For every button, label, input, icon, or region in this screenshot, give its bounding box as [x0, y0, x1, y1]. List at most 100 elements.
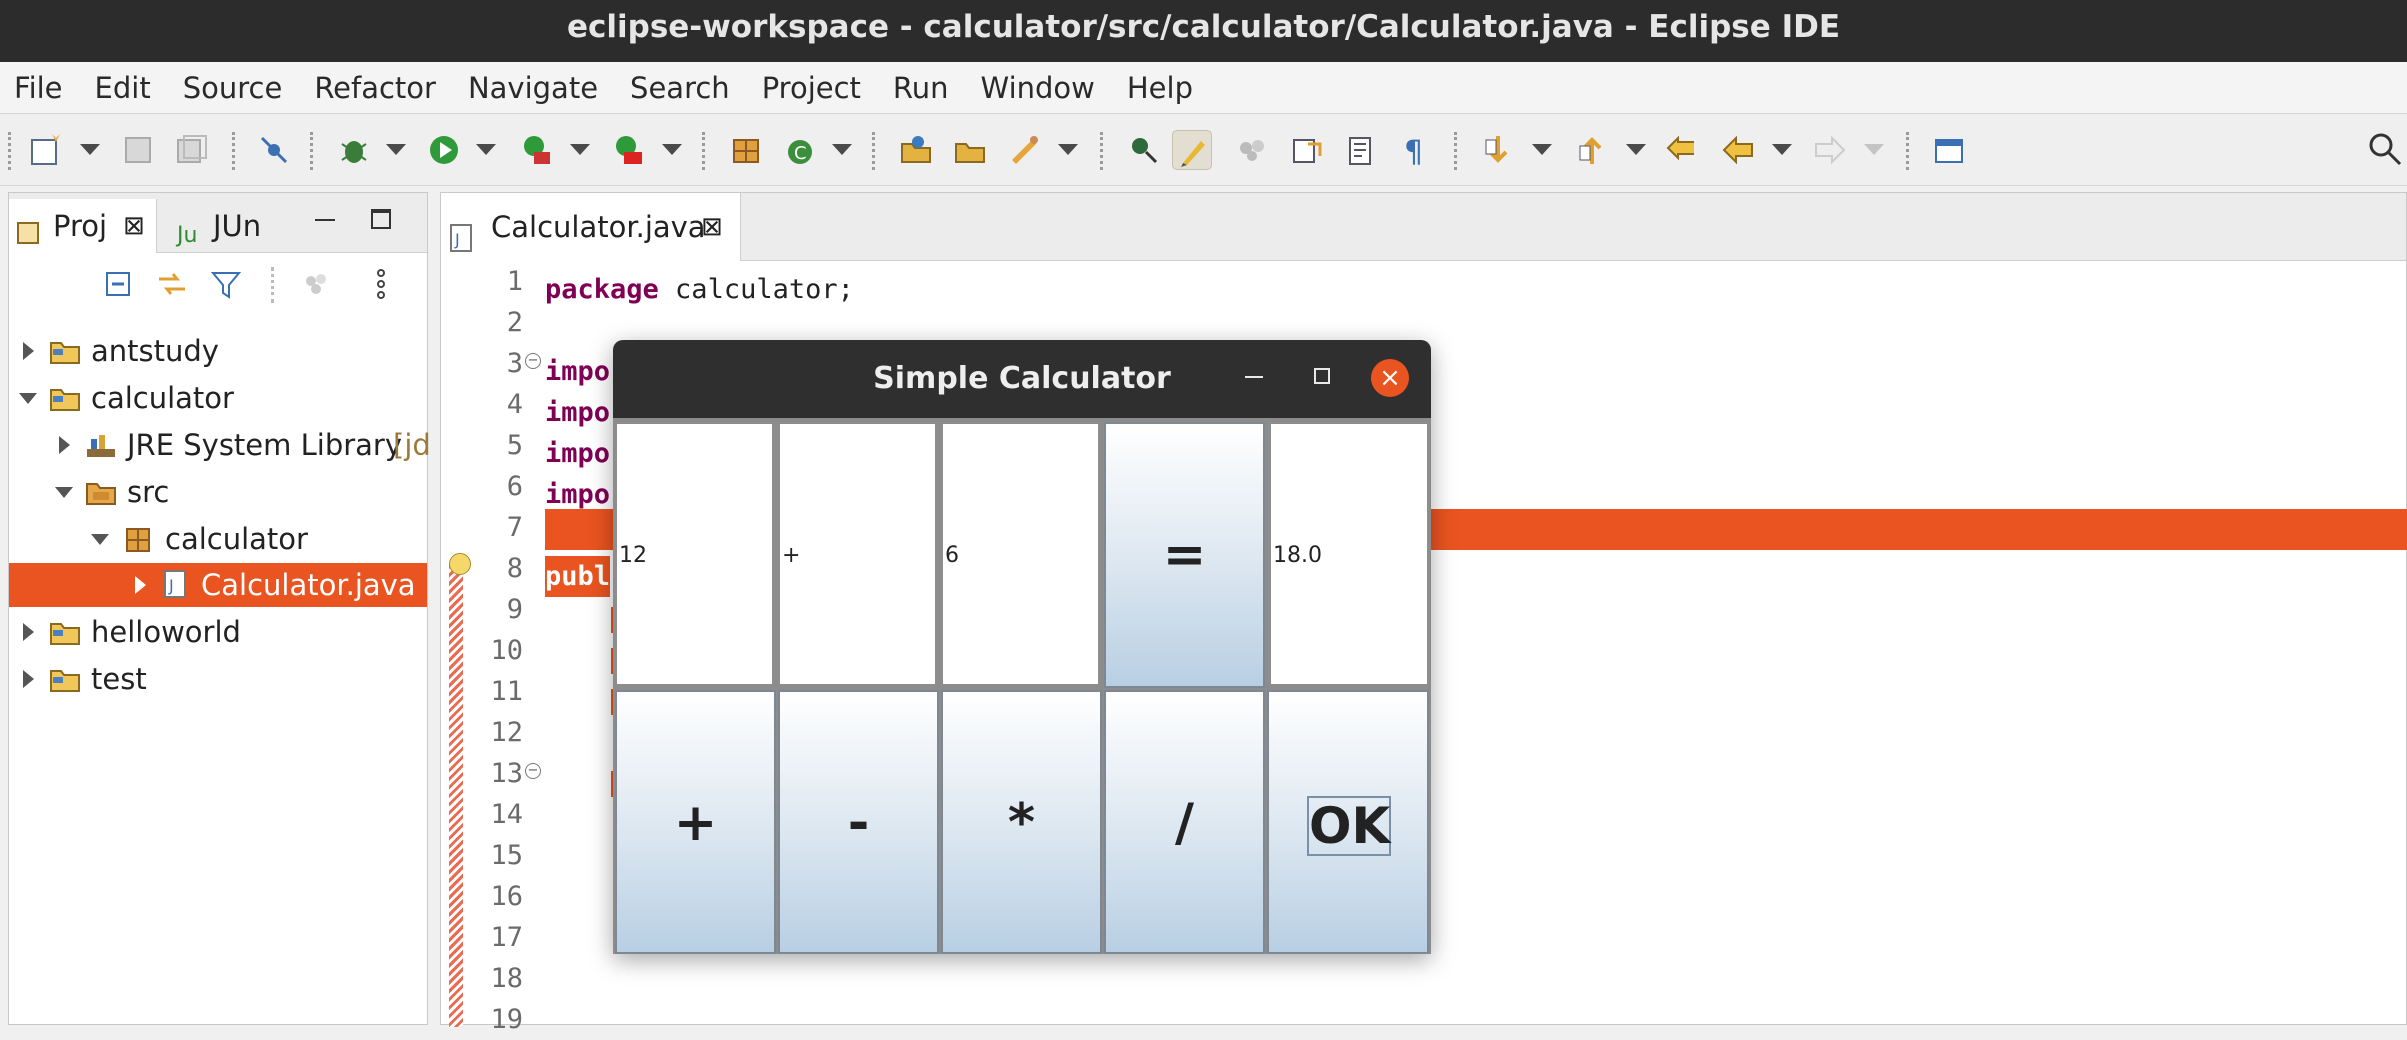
minimize-panel-icon[interactable]: [315, 219, 335, 221]
forward-dropdown-icon[interactable]: [1864, 144, 1884, 155]
tab-project-explorer[interactable]: Proj ⊠: [9, 199, 157, 253]
expand-arrow-icon[interactable]: [135, 576, 146, 594]
tree-item-jre-library[interactable]: JRE System Library [jd: [9, 423, 431, 467]
word-wrap-icon[interactable]: [1340, 130, 1380, 170]
open-task-dropdown-icon[interactable]: [1058, 144, 1078, 155]
tree-item-test[interactable]: test: [9, 657, 427, 701]
menu-search[interactable]: Search: [630, 71, 730, 105]
open-perspective-icon[interactable]: [1930, 130, 1970, 170]
menu-help[interactable]: Help: [1127, 71, 1193, 105]
menu-file[interactable]: File: [14, 71, 63, 105]
minimize-icon[interactable]: [1245, 376, 1263, 378]
tab-calculator-java[interactable]: J Calculator.java ⊠: [441, 193, 741, 261]
expand-arrow-icon[interactable]: [23, 623, 34, 641]
tab-junit[interactable]: Ju JUn: [169, 199, 289, 253]
tree-item-src[interactable]: src: [9, 470, 427, 514]
operand2-field[interactable]: 6: [941, 422, 1100, 686]
divide-button[interactable]: /: [1104, 690, 1265, 954]
quick-fix-lightbulb-icon[interactable]: [449, 553, 471, 575]
focus-task-icon[interactable]: [299, 267, 333, 301]
search-icon[interactable]: [2368, 132, 2402, 166]
run-dropdown-icon[interactable]: [476, 144, 496, 155]
tree-item-antstudy[interactable]: antstudy: [9, 329, 427, 373]
menu-navigate[interactable]: Navigate: [468, 71, 598, 105]
open-task-icon[interactable]: [1004, 130, 1044, 170]
close-icon[interactable]: ×: [1371, 359, 1409, 397]
code-line-6[interactable]: impo: [545, 474, 610, 515]
toolbar-separator: [872, 132, 875, 170]
toggle-breadcrumb-icon[interactable]: [1124, 130, 1164, 170]
forward-icon[interactable]: [1810, 130, 1850, 170]
new-package-icon[interactable]: [726, 130, 766, 170]
next-annotation-icon[interactable]: [1286, 130, 1326, 170]
debug-dropdown-icon[interactable]: [386, 144, 406, 155]
menu-window[interactable]: Window: [981, 71, 1095, 105]
equals-button[interactable]: =: [1104, 422, 1265, 688]
debug-icon[interactable]: [334, 130, 374, 170]
link-with-editor-icon[interactable]: [155, 267, 189, 301]
expand-arrow-icon[interactable]: [23, 670, 34, 688]
save-all-icon[interactable]: [172, 130, 212, 170]
subtract-button[interactable]: -: [778, 690, 939, 954]
fold-toggle-icon[interactable]: −: [525, 763, 541, 779]
new-file-icon[interactable]: [26, 130, 66, 170]
next-annotation-dropdown-icon[interactable]: [1532, 144, 1552, 155]
collapse-all-icon[interactable]: [101, 267, 135, 301]
new-class-dropdown-icon[interactable]: [832, 144, 852, 155]
multiply-button[interactable]: *: [941, 690, 1102, 954]
back-dropdown-icon[interactable]: [1772, 144, 1792, 155]
expand-arrow-icon[interactable]: [23, 342, 34, 360]
close-tab-icon[interactable]: ⊠: [123, 199, 145, 253]
save-icon[interactable]: [118, 130, 158, 170]
collapse-arrow-icon[interactable]: [55, 487, 73, 498]
menu-run[interactable]: Run: [893, 71, 949, 105]
back-icon[interactable]: [1718, 130, 1758, 170]
last-edit-location-icon[interactable]: [1664, 130, 1704, 170]
filter-icon[interactable]: [209, 267, 243, 301]
open-folder-icon[interactable]: [950, 130, 990, 170]
mark-occurrences-icon[interactable]: [1172, 130, 1212, 170]
show-whitespace-icon[interactable]: ¶: [1394, 130, 1434, 170]
menu-project[interactable]: Project: [762, 71, 861, 105]
expand-arrow-icon[interactable]: [59, 436, 70, 454]
view-menu-icon[interactable]: [375, 267, 387, 301]
coverage-dropdown-icon[interactable]: [570, 144, 590, 155]
collapse-arrow-icon[interactable]: [19, 393, 37, 404]
add-button[interactable]: +: [615, 690, 776, 954]
block-selection-icon[interactable]: [1232, 130, 1272, 170]
menu-edit[interactable]: Edit: [95, 71, 151, 105]
external-tools-icon[interactable]: [608, 130, 648, 170]
operator-field[interactable]: +: [778, 422, 937, 686]
code-line-4[interactable]: impo: [545, 392, 610, 433]
menu-refactor[interactable]: Refactor: [314, 71, 436, 105]
previous-annotation-dropdown-icon[interactable]: [1626, 144, 1646, 155]
external-tools-dropdown-icon[interactable]: [662, 144, 682, 155]
run-icon[interactable]: [424, 130, 464, 170]
fold-toggle-icon[interactable]: −: [525, 353, 541, 369]
result-field[interactable]: 18.0: [1269, 422, 1429, 686]
maximize-panel-icon[interactable]: [371, 209, 391, 229]
new-class-icon[interactable]: C: [780, 130, 820, 170]
operand1-field[interactable]: 12: [615, 422, 774, 686]
coverage-icon[interactable]: [516, 130, 556, 170]
collapse-arrow-icon[interactable]: [91, 534, 109, 545]
code-line-5[interactable]: impo: [545, 433, 610, 474]
open-type-icon[interactable]: [896, 130, 936, 170]
tree-item-calculator-package[interactable]: calculator: [9, 517, 427, 561]
project-folder-icon: [49, 663, 83, 695]
toolbar-grip: [8, 132, 11, 170]
skip-breakpoints-icon[interactable]: [254, 130, 294, 170]
next-annotation-down-icon[interactable]: [1478, 130, 1518, 170]
close-tab-icon[interactable]: ⊠: [701, 193, 723, 261]
code-line-8[interactable]: publ: [545, 556, 611, 597]
tree-item-helloworld[interactable]: helloworld: [9, 610, 427, 654]
tree-item-calculator-project[interactable]: calculator: [9, 376, 427, 420]
code-line-1[interactable]: package calculator;: [545, 269, 854, 310]
menu-source[interactable]: Source: [183, 71, 283, 105]
tree-item-calculator-java[interactable]: J Calculator.java: [9, 563, 427, 607]
ok-button[interactable]: OK: [1267, 690, 1429, 954]
previous-annotation-icon[interactable]: [1572, 130, 1612, 170]
new-dropdown-icon[interactable]: [80, 144, 100, 155]
maximize-icon[interactable]: [1314, 368, 1330, 384]
code-line-3[interactable]: impo: [545, 351, 610, 392]
